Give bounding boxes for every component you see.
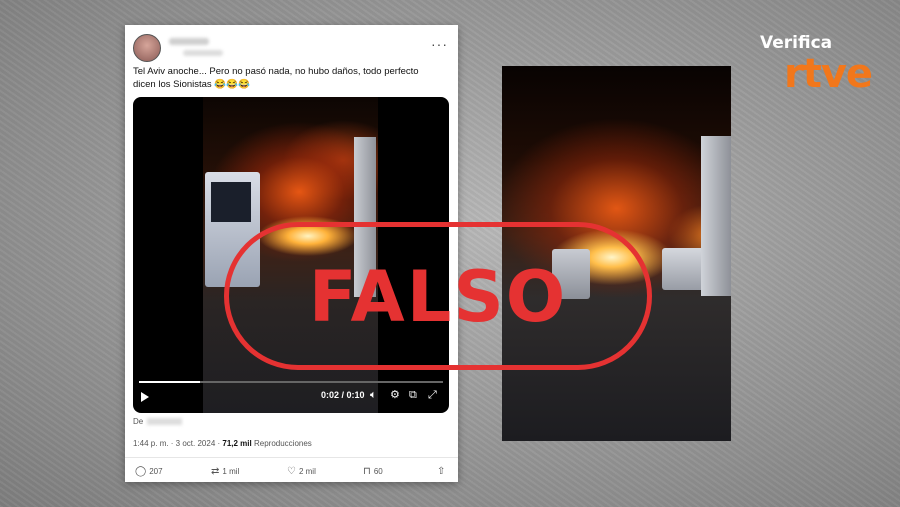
heart-icon: ♡ (287, 466, 296, 477)
retweet-icon: ⇄ (211, 466, 220, 477)
bookmark-count: 60 (373, 467, 383, 476)
reply-count: 207 (149, 467, 163, 476)
source-label: De (133, 417, 144, 426)
reply-button[interactable]: ◯ 207 (135, 466, 163, 477)
blurred-username (169, 38, 209, 45)
reply-icon: ◯ (135, 466, 147, 477)
video-progress-bar[interactable] (139, 381, 443, 383)
views-label: Reproducciones (253, 439, 312, 448)
avatar[interactable] (133, 34, 161, 62)
volume-icon[interactable]: 🔈︎ (370, 389, 377, 401)
tweet-header: ··· (133, 32, 450, 62)
blurred-source (147, 418, 182, 425)
tweet-timestamp[interactable]: 1:44 p. m. · 3 oct. 2024 · (133, 439, 220, 448)
like-button[interactable]: ♡ 2 mil (287, 466, 316, 477)
more-dots-icon[interactable]: ··· (431, 36, 448, 52)
video-time: 0:02 / 0:10 (321, 390, 365, 400)
share-button[interactable]: ⇧ (437, 466, 445, 477)
video-progress-fill (139, 381, 200, 383)
fullscreen-icon[interactable]: ⤢ (428, 389, 437, 401)
tweet-text: Tel Aviv anoche... Pero no pasó nada, no… (133, 66, 419, 90)
tweet-actions: ◯ 207 ⇄ 1 mil ♡ 2 mil ⊓ 60 ⇧ (135, 466, 448, 478)
retweet-button[interactable]: ⇄ 1 mil (211, 466, 239, 477)
falso-stamp: FALSO (224, 222, 652, 370)
rtve-logo: rtve (784, 51, 873, 97)
divider (125, 457, 458, 458)
like-count: 2 mil (298, 467, 316, 476)
video-controls: 0:02 / 0:10 🔈︎ ⚙︎ ⧉ ⤢ (133, 379, 449, 413)
share-icon: ⇧ (437, 466, 446, 477)
bookmark-button[interactable]: ⊓ 60 (363, 466, 383, 477)
building-pillar (701, 136, 731, 296)
bookmark-icon: ⊓ (363, 466, 371, 477)
tweet-meta: 1:44 p. m. · 3 oct. 2024 · 71,2 mil Repr… (133, 439, 312, 448)
blurred-handle (183, 50, 223, 56)
retweet-count: 1 mil (222, 467, 240, 476)
falso-stamp-text: FALSO (308, 256, 568, 338)
settings-icon[interactable]: ⚙︎ (390, 389, 400, 401)
views-count: 71,2 mil (222, 439, 252, 448)
play-icon[interactable] (141, 392, 149, 402)
popout-icon[interactable]: ⧉ (409, 389, 417, 401)
